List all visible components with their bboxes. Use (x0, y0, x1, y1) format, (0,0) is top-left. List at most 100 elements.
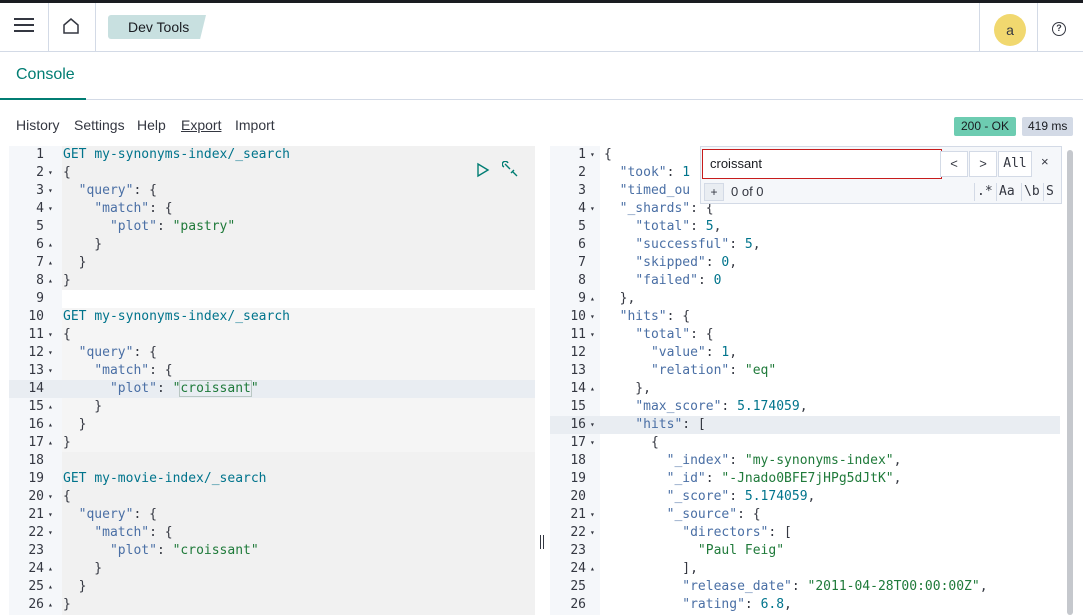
fold-toggle-icon[interactable]: ▾ (48, 182, 53, 200)
code-line: 11 ▾ { (9, 326, 535, 344)
fold-toggle-icon[interactable]: ▴ (590, 290, 595, 308)
code-line: 24 ▴ } (9, 560, 535, 578)
fold-toggle-icon[interactable]: ▾ (590, 146, 595, 164)
pane-resize-handle[interactable] (538, 535, 546, 549)
code-token: "_source" (666, 507, 738, 522)
code-text: } (63, 416, 87, 434)
code-token: }, (604, 291, 636, 306)
fold-toggle-icon[interactable]: ▾ (48, 362, 53, 380)
fold-toggle-icon[interactable]: ▾ (48, 344, 53, 362)
fold-toggle-icon[interactable]: ▾ (590, 416, 595, 434)
next-match-button[interactable]: > (969, 151, 997, 177)
fold-toggle-icon[interactable]: ▴ (590, 380, 595, 398)
code-token: "value" (650, 345, 706, 360)
code-text: { (604, 146, 612, 164)
code-line: 15 "max_score": 5.174059, (550, 398, 1073, 416)
code-token: , (979, 579, 988, 594)
scrollbar[interactable] (1067, 150, 1073, 615)
fold-toggle-icon[interactable]: ▴ (48, 272, 53, 290)
line-number: 7 (578, 255, 586, 270)
help-link[interactable]: Help (137, 117, 166, 133)
previous-match-button[interactable]: < (940, 151, 968, 177)
response-viewer[interactable]: 1 ▾{2 "took": 13 "timed_ou 4 ▾ "_shards": {… (550, 146, 1073, 615)
fold-toggle-icon[interactable]: ▴ (48, 254, 53, 272)
close-icon[interactable]: × (1041, 154, 1049, 169)
export-link[interactable]: Export (181, 117, 221, 133)
search-input[interactable]: croissant (702, 149, 942, 179)
whole-word-toggle[interactable]: \b (1021, 183, 1042, 201)
fold-toggle-icon[interactable]: ▾ (48, 164, 53, 182)
request-editor[interactable]: 1 GET my-synonyms-index/_search 2 ▾ {3 ▾ "que… (9, 146, 535, 615)
fold-toggle-icon[interactable]: ▾ (48, 200, 53, 218)
line-number: 15 (28, 399, 44, 414)
line-number: 7 (36, 255, 44, 270)
fold-toggle-icon[interactable]: ▾ (48, 506, 53, 524)
tab-console[interactable]: Console (0, 52, 86, 100)
find-all-button[interactable]: All (998, 151, 1032, 177)
history-link[interactable]: History (16, 117, 60, 133)
fold-toggle-icon[interactable]: ▴ (590, 560, 595, 578)
case-sensitive-toggle[interactable]: Aa (996, 183, 1017, 201)
avatar[interactable]: a (994, 14, 1026, 46)
fold-toggle-icon[interactable]: ▾ (590, 434, 595, 452)
code-token: , (784, 597, 792, 612)
fold-toggle-icon[interactable]: ▴ (48, 560, 53, 578)
search-in-selection-toggle[interactable]: S (1043, 183, 1056, 201)
fold-toggle-icon[interactable]: ▾ (48, 488, 53, 506)
fold-toggle-icon[interactable]: ▴ (48, 416, 53, 434)
settings-link[interactable]: Settings (74, 117, 125, 133)
code-token: , (729, 255, 738, 270)
code-token: : { (149, 525, 173, 540)
fold-toggle-icon[interactable]: ▴ (48, 434, 53, 452)
code-text: "Paul Feig" (604, 542, 784, 560)
code-text: "_id": "-Jnado0BFE7jHPg5dJtK", (604, 470, 902, 488)
code-line: 18 (9, 452, 535, 470)
code-token: " (250, 381, 259, 396)
breadcrumb-dev-tools[interactable]: Dev Tools (108, 15, 206, 39)
code-text: "relation": "eq" (604, 362, 776, 380)
code-token: { (604, 147, 612, 162)
fold-toggle-icon[interactable]: ▾ (590, 200, 595, 218)
hamburger-menu-icon[interactable] (14, 18, 34, 36)
code-text: "_index": "my-synonyms-index", (604, 452, 902, 470)
play-icon[interactable] (476, 162, 490, 178)
fold-toggle-icon[interactable]: ▾ (590, 524, 595, 542)
home-icon[interactable] (62, 17, 80, 37)
fold-toggle-icon[interactable]: ▾ (48, 524, 53, 542)
wrench-icon[interactable] (501, 160, 520, 179)
fold-toggle-icon[interactable]: ▴ (48, 398, 53, 416)
fold-toggle-icon[interactable]: ▴ (48, 578, 53, 596)
code-token: my-synonyms-index/_search (94, 147, 290, 162)
line-number: 4 (578, 201, 586, 216)
help-icon[interactable]: ? (1052, 22, 1066, 36)
toggle-replace-button[interactable]: + (704, 183, 724, 201)
code-line: 5 "plot": "pastry" (9, 218, 535, 236)
code-token: : (690, 219, 706, 234)
fold-toggle-icon[interactable]: ▾ (590, 506, 595, 524)
fold-toggle-icon[interactable]: ▾ (590, 308, 595, 326)
code-line: 8 "failed": 0 (550, 272, 1073, 290)
regex-toggle[interactable]: .* (974, 183, 995, 201)
code-token: "failed" (635, 273, 698, 288)
line-number: 6 (36, 237, 44, 252)
code-line: 25 "release_date": "2011-04-28T00:00:00Z… (550, 578, 1073, 596)
import-link[interactable]: Import (235, 117, 275, 133)
line-number: 20 (28, 489, 44, 504)
code-line: 12 ▾ "query": { (9, 344, 535, 362)
fold-toggle-icon[interactable]: ▾ (590, 326, 595, 344)
code-token: "total" (635, 327, 691, 342)
fold-toggle-icon[interactable]: ▴ (48, 596, 53, 614)
line-number: 2 (36, 165, 44, 180)
divider (95, 3, 96, 52)
code-token: 1 (682, 165, 691, 180)
fold-toggle-icon[interactable]: ▴ (48, 236, 53, 254)
code-line: 7 ▴ } (9, 254, 535, 272)
line-number: 18 (570, 453, 586, 468)
fold-toggle-icon[interactable]: ▾ (48, 326, 53, 344)
